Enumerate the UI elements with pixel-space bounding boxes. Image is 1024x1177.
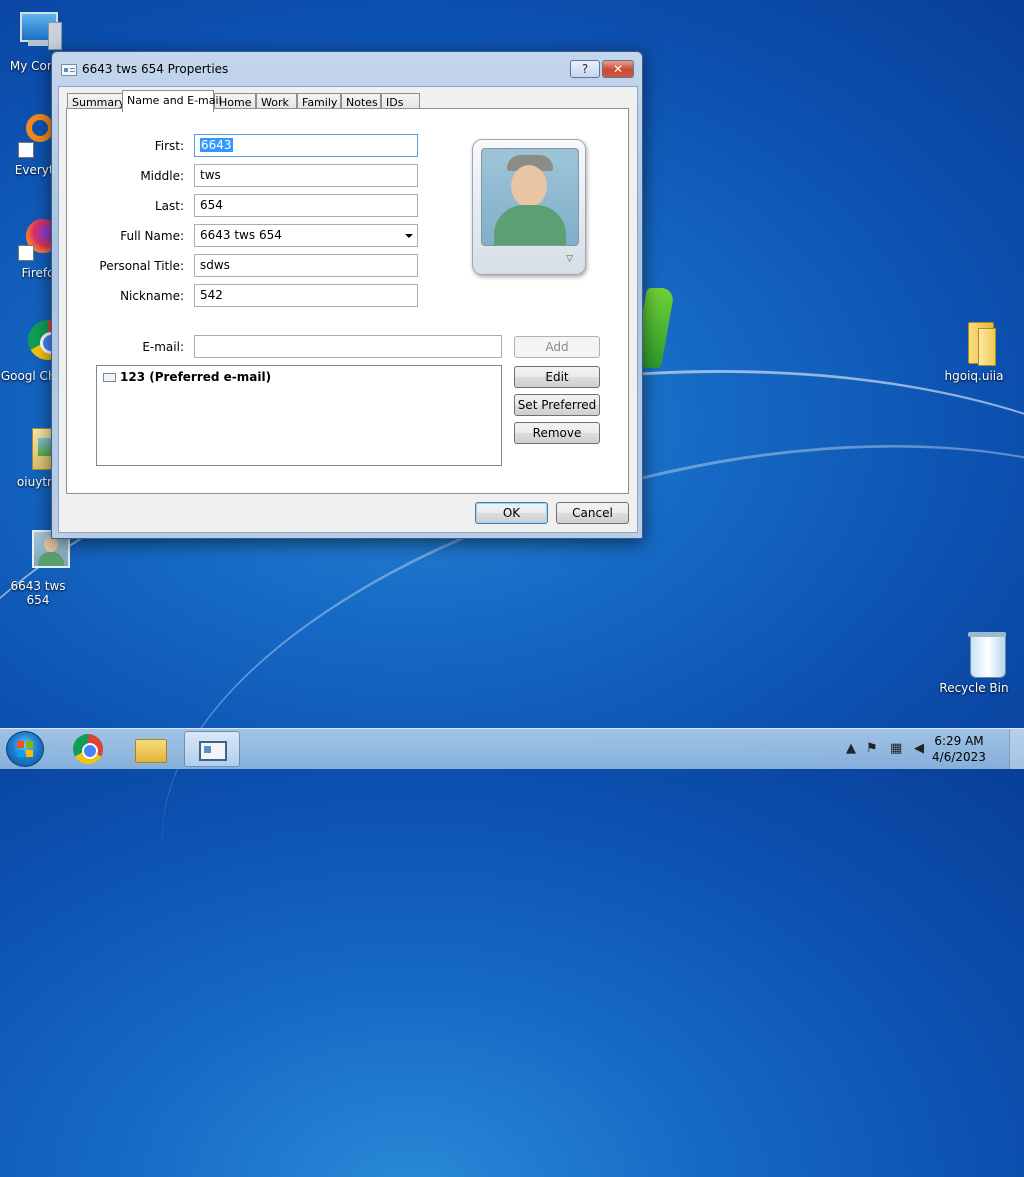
recycle-bin-icon (950, 630, 1006, 678)
desktop-icon-label: Recycle Bin (939, 681, 1009, 695)
taskbar: ▲ ⚑ ▦ ◀ 6:29 AM 4/6/2023 (0, 728, 1024, 769)
windows-logo-icon (17, 741, 33, 757)
show-desktop-button[interactable] (1009, 729, 1024, 769)
folder-icon (950, 318, 998, 366)
email-entry-text: 123 (Preferred e-mail) (120, 370, 272, 384)
volume-muted-icon[interactable]: ◀ (914, 741, 924, 756)
desktop-icon-contact[interactable]: 6643 tws 654 (0, 528, 76, 607)
clock-time: 6:29 AM (934, 734, 984, 748)
set-preferred-button[interactable]: Set Preferred (514, 394, 600, 416)
last-name-input[interactable]: 654 (194, 194, 418, 217)
name-email-panel: First: 6643 Middle: tws Last: 654 Full N… (66, 108, 629, 494)
full-name-label: Full Name: (120, 229, 184, 243)
desktop-icon-recycle-bin[interactable]: Recycle Bin (936, 630, 1012, 695)
start-button[interactable] (6, 731, 44, 767)
desktop-icon-label: 6643 tws 654 (10, 579, 66, 607)
contact-picture[interactable]: ▽ (472, 139, 586, 275)
middle-name-input[interactable]: tws (194, 164, 418, 187)
list-item[interactable]: 123 (Preferred e-mail) (103, 370, 271, 384)
cancel-button[interactable]: Cancel (556, 502, 629, 524)
help-button[interactable]: ? (570, 60, 600, 78)
dialog-titlebar[interactable]: 6643 tws 654 Properties ? ✕ (52, 52, 642, 86)
remove-email-button[interactable]: Remove (514, 422, 600, 444)
clock-date: 4/6/2023 (932, 750, 986, 764)
folder-icon (135, 739, 167, 763)
email-icon (103, 373, 116, 382)
show-hidden-icons-button[interactable]: ▲ (846, 741, 856, 756)
email-label: E-mail: (142, 340, 184, 354)
contact-properties-dialog: 6643 tws 654 Properties ? ✕ Summary Name… (51, 51, 643, 539)
action-center-flag-icon[interactable]: ⚑ (866, 741, 878, 756)
desktop-icon-label: hgoiq.uiia (944, 369, 1004, 383)
email-input[interactable] (194, 335, 502, 358)
add-email-button[interactable]: Add (514, 336, 600, 358)
chevron-down-icon[interactable]: ▽ (566, 254, 573, 264)
taskbar-explorer-button[interactable] (122, 731, 178, 767)
chevron-down-icon[interactable] (405, 234, 413, 238)
edit-email-button[interactable]: Edit (514, 366, 600, 388)
dialog-title: 6643 tws 654 Properties (82, 62, 229, 76)
first-label: First: (154, 139, 184, 153)
first-name-value: 6643 (200, 138, 233, 152)
close-button[interactable]: ✕ (602, 60, 634, 78)
tab-name-and-email[interactable]: Name and E-mail (122, 90, 222, 112)
middle-label: Middle: (140, 169, 184, 183)
last-label: Last: (154, 199, 184, 213)
personal-title-input[interactable]: sdws (194, 254, 418, 277)
ok-button[interactable]: OK (475, 502, 548, 524)
dialog-client-area: Summary Name and E-mail Home Work Family… (58, 86, 638, 533)
network-icon[interactable]: ▦ (890, 741, 902, 756)
contact-card-icon (61, 64, 77, 76)
email-listbox[interactable]: 123 (Preferred e-mail) (96, 365, 502, 466)
person-silhouette-icon (481, 148, 579, 246)
taskbar-contacts-button[interactable] (184, 731, 240, 767)
nickname-label: Nickname: (120, 289, 184, 303)
personal-title-label: Personal Title: (99, 259, 184, 273)
nickname-input[interactable]: 542 (194, 284, 418, 307)
desktop-icon-folder[interactable]: hgoiq.uiia (936, 318, 1012, 383)
full-name-value: 6643 tws 654 (200, 228, 282, 242)
system-clock[interactable]: 6:29 AM 4/6/2023 (924, 733, 994, 765)
taskbar-chrome-button[interactable] (60, 731, 116, 767)
first-name-input[interactable]: 6643 (194, 134, 418, 157)
computer-icon (14, 8, 62, 56)
full-name-combobox[interactable]: 6643 tws 654 (194, 224, 418, 247)
